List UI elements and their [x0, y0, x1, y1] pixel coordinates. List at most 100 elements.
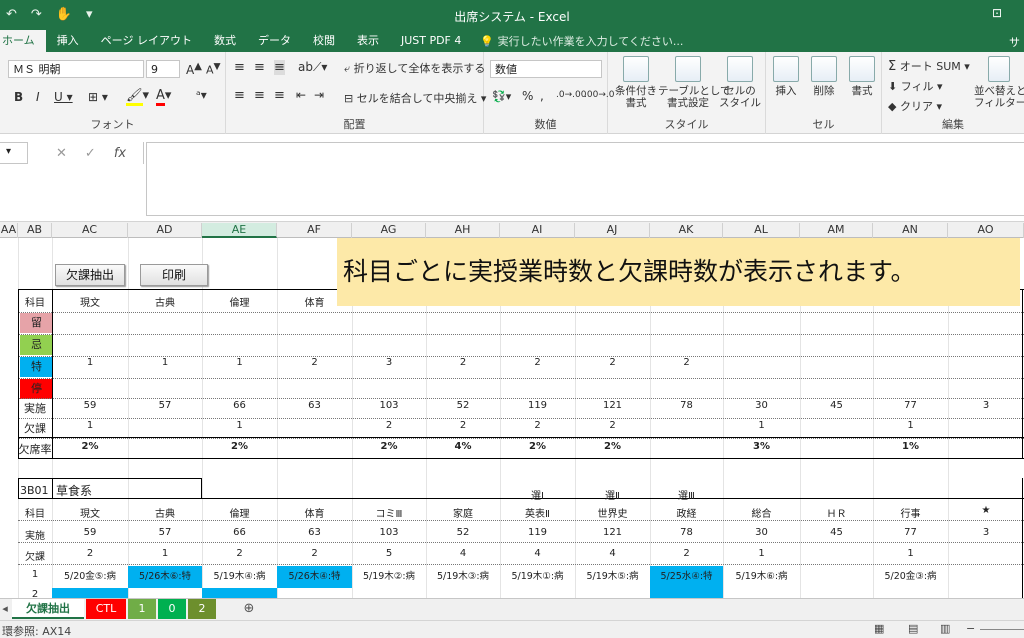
shrink-font-icon[interactable]: A▼: [206, 61, 221, 77]
align-right-icon[interactable]: ≡: [274, 88, 285, 103]
cell-styles-button[interactable]: セルの スタイル: [716, 56, 764, 109]
name-box[interactable]: ▾: [0, 142, 28, 164]
increase-decimal-icon[interactable]: .0→.00: [556, 90, 586, 100]
summary-header-cell[interactable]: 古典: [128, 294, 202, 309]
cancel-icon[interactable]: ✕: [56, 146, 67, 161]
extract-absence-button[interactable]: 欠課抽出: [55, 264, 125, 286]
tab-2[interactable]: ページ レイアウト: [90, 30, 203, 52]
absence-detail-cell[interactable]: 5/19木①:病: [500, 566, 575, 588]
confirm-icon[interactable]: ✓: [85, 146, 96, 161]
format-cells-button[interactable]: 書式: [844, 56, 880, 97]
col-header-AL[interactable]: AL: [723, 223, 800, 238]
absence-detail-cell[interactable]: 5/19木⑥:病: [723, 566, 800, 588]
bold-icon[interactable]: B: [14, 90, 23, 104]
page-break-icon[interactable]: ▥: [940, 622, 950, 635]
align-center-icon[interactable]: ≡: [254, 88, 265, 103]
tab-1[interactable]: 挿入: [46, 30, 90, 52]
col-header-AI[interactable]: AI: [500, 223, 575, 238]
absence-detail-cell[interactable]: 5/26木⑥:特: [128, 566, 202, 588]
wrap-text-button[interactable]: ⤶ 折り返して全体を表示する: [344, 60, 485, 76]
summary-header-cell[interactable]: 倫理: [202, 294, 277, 309]
sheet-tab-1[interactable]: CTL: [86, 599, 126, 619]
phonetic-icon[interactable]: ᵃ▾: [196, 88, 207, 102]
conditional-format-button[interactable]: 条件付き 書式: [612, 56, 660, 109]
col-header-AB[interactable]: AB: [18, 223, 52, 238]
clear-button[interactable]: ◆ クリア ▾: [888, 98, 942, 114]
absence-detail-cell[interactable]: 5/25水④:特: [650, 566, 723, 588]
summary-header-cell[interactable]: 科目: [18, 294, 52, 309]
increase-indent-icon[interactable]: ⇥: [314, 88, 324, 102]
sheet-tab-0[interactable]: 欠課抽出: [12, 599, 84, 619]
absence-detail-cell[interactable]: 5/19木④:病: [202, 566, 277, 588]
ribbon-display-options-icon[interactable]: ⊡: [992, 6, 1002, 20]
grow-font-icon[interactable]: A▲: [186, 61, 202, 77]
tab-7[interactable]: JUST PDF 4: [390, 30, 472, 52]
print-button[interactable]: 印刷: [140, 264, 208, 286]
absence-detail-cell[interactable]: [800, 566, 873, 588]
align-top-icon[interactable]: ≡: [234, 60, 245, 75]
font-size-select[interactable]: 9: [146, 60, 180, 78]
tell-me-search[interactable]: 💡 実行したい作業を入力してください...: [480, 33, 683, 49]
absence-detail-cell[interactable]: 5/20金③:病: [873, 566, 948, 588]
tab-5[interactable]: 校閲: [302, 30, 346, 52]
summary-header-cell[interactable]: 現文: [52, 294, 128, 309]
font-color-icon[interactable]: A▾: [156, 88, 171, 106]
align-left-icon[interactable]: ≡: [234, 88, 245, 103]
tab-0[interactable]: ホーム: [0, 30, 46, 52]
sheet-tab-2[interactable]: 1: [128, 599, 156, 619]
decrease-indent-icon[interactable]: ⇤: [296, 88, 306, 102]
col-header-AD[interactable]: AD: [128, 223, 202, 238]
tab-6[interactable]: 表示: [346, 30, 390, 52]
zoom-slider[interactable]: [980, 629, 1024, 630]
accounting-format-icon[interactable]: 💱▾: [492, 90, 511, 103]
absence-detail-cell[interactable]: [948, 566, 1024, 588]
insert-cells-button[interactable]: 挿入: [768, 56, 804, 97]
col-header-AE[interactable]: AE: [202, 223, 277, 238]
col-header-AJ[interactable]: AJ: [575, 223, 650, 238]
worksheet-grid[interactable]: 欠課抽出 印刷 科目 現文 古典 倫理 体育留忌特停 1 1 1 2 3 2 2 2 2 実施 59 57 66 6…: [0, 238, 1024, 598]
insert-function-icon[interactable]: fx: [114, 146, 126, 161]
absence-detail-cell[interactable]: 5/19木③:病: [426, 566, 500, 588]
sheet-tab-4[interactable]: 2: [188, 599, 216, 619]
page-layout-icon[interactable]: ▤: [908, 622, 918, 635]
col-header-AC[interactable]: AC: [52, 223, 128, 238]
col-header-AH[interactable]: AH: [426, 223, 500, 238]
fill-button[interactable]: ⬇ フィル ▾: [888, 78, 943, 94]
fill-color-icon[interactable]: 🖌▾: [126, 88, 149, 106]
name-box-dropdown-icon[interactable]: ▾: [6, 146, 11, 157]
autosum-button[interactable]: Σ オート SUM ▾: [888, 58, 970, 74]
normal-view-icon[interactable]: ▦: [874, 622, 884, 635]
account-tab[interactable]: サ: [1009, 34, 1020, 50]
col-header-AN[interactable]: AN: [873, 223, 948, 238]
col-header-AM[interactable]: AM: [800, 223, 873, 238]
col-header-AG[interactable]: AG: [352, 223, 426, 238]
add-sheet-icon[interactable]: ⊕: [240, 599, 258, 619]
comma-icon[interactable]: ,: [540, 89, 544, 103]
borders-icon[interactable]: ⊞ ▾: [88, 90, 108, 104]
percent-icon[interactable]: %: [522, 89, 533, 103]
zoom-out-icon[interactable]: −: [966, 622, 975, 635]
merge-center-button[interactable]: ⊟ セルを結合して中央揃え ▾: [344, 90, 486, 106]
font-name-select[interactable]: ＭＳ 明朝: [8, 60, 144, 78]
delete-cells-button[interactable]: 削除: [806, 56, 842, 97]
absence-detail-cell[interactable]: 5/20金⑤:病: [52, 566, 128, 588]
col-header-AO[interactable]: AO: [948, 223, 1024, 238]
format-as-table-button[interactable]: テーブルとして 書式設定: [658, 56, 731, 109]
absence-detail-cell[interactable]: 5/26木④:特: [277, 566, 352, 588]
col-header-AF[interactable]: AF: [277, 223, 352, 238]
col-header-AA[interactable]: AA: [0, 223, 18, 238]
orientation-icon[interactable]: ab⟋▾: [298, 60, 327, 75]
absence-detail-cell[interactable]: 5/19木②:病: [352, 566, 426, 588]
align-bottom-icon[interactable]: ≡: [274, 60, 285, 75]
absence-detail-cell[interactable]: 5/19木⑤:病: [575, 566, 650, 588]
tab-3[interactable]: 数式: [203, 30, 247, 52]
formula-input[interactable]: [146, 142, 1024, 216]
number-format-select[interactable]: 数値: [490, 60, 602, 78]
align-middle-icon[interactable]: ≡: [254, 60, 265, 75]
tab-scroll-left-icon[interactable]: ◂: [0, 599, 10, 619]
sheet-tab-3[interactable]: 0: [158, 599, 186, 619]
underline-icon[interactable]: U ▾: [54, 90, 73, 104]
tab-4[interactable]: データ: [247, 30, 302, 52]
italic-icon[interactable]: I: [36, 90, 40, 104]
col-header-AK[interactable]: AK: [650, 223, 723, 238]
